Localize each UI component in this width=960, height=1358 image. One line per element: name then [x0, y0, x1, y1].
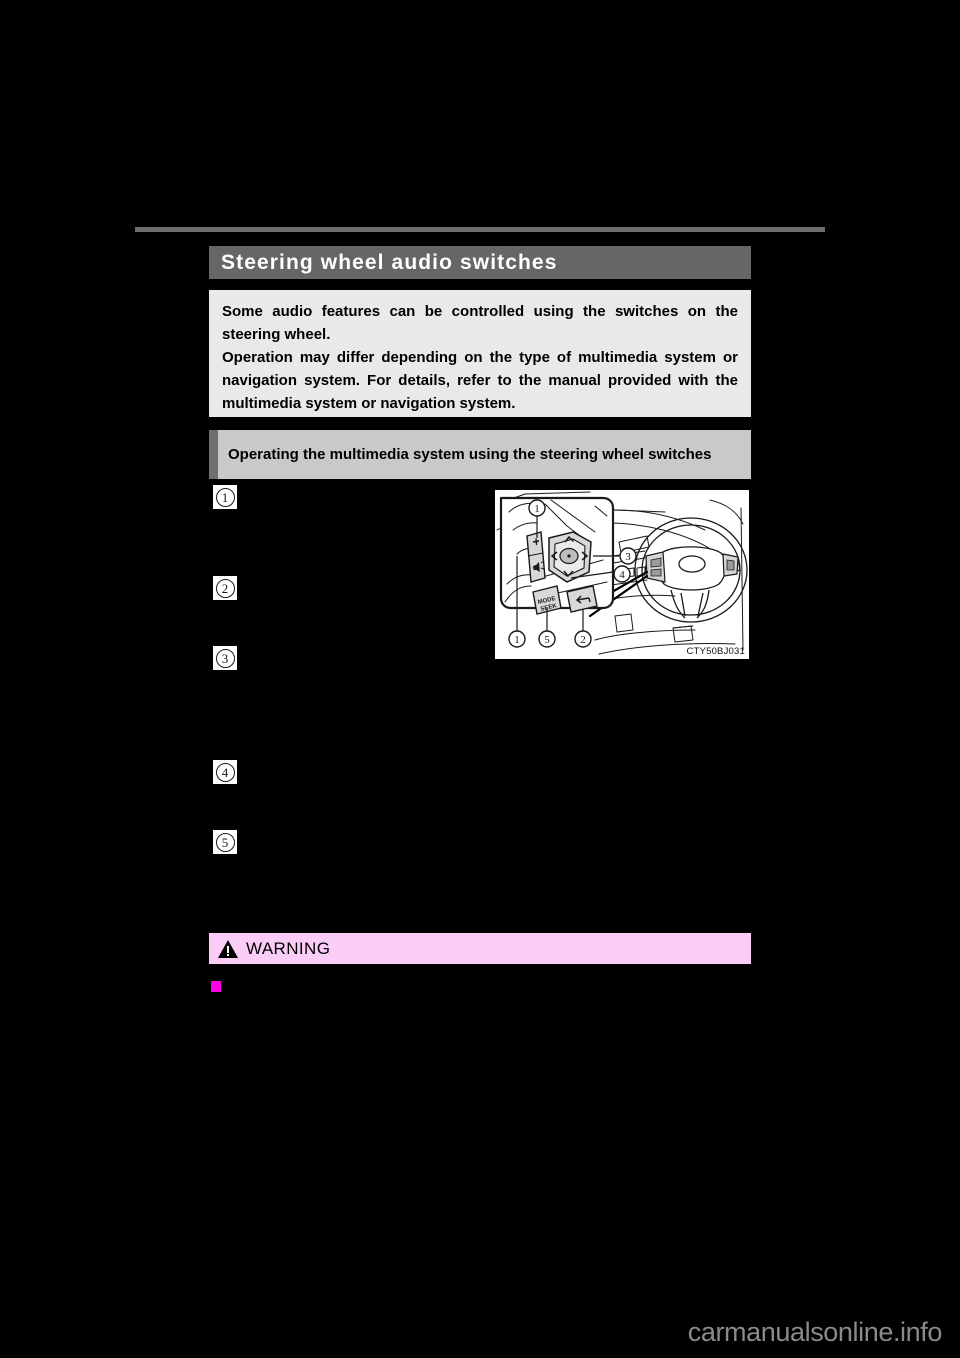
callout-marker-3: 3	[213, 646, 237, 670]
svg-text:3: 3	[625, 551, 631, 563]
site-watermark: carmanualsonline.info	[687, 1317, 943, 1347]
callout-marker-2: 2	[213, 576, 237, 600]
callout-marker-1: 1	[213, 485, 237, 509]
warning-triangle-icon	[218, 939, 238, 958]
callout-number-5: 5	[215, 832, 235, 852]
warning-label: WARNING	[246, 938, 331, 958]
intro-paragraph-1: Some audio features can be controlled us…	[222, 303, 738, 343]
steering-wheel-switch-illustration: MODE SEEK 1 3 4 1 5 2 CTY50BJ031	[493, 488, 751, 661]
warning-bullet-marker	[211, 981, 221, 992]
callout-number-3: 3	[215, 648, 235, 668]
page-title: Steering wheel audio switches	[209, 246, 751, 279]
callout-number-2: 2	[215, 578, 235, 598]
illustration-svg: MODE SEEK 1 3 4 1 5 2	[495, 490, 749, 659]
warning-banner: WARNING	[209, 933, 751, 964]
page-title-label: Steering wheel audio switches	[221, 250, 558, 274]
callout-number-4: 4	[215, 762, 235, 782]
intro-paragraph-2: Operation may differ depending on the ty…	[222, 349, 738, 412]
subsection-header: Operating the multimedia system using th…	[209, 430, 751, 479]
svg-text:1: 1	[534, 503, 540, 515]
figure-code-label: CTY50BJ031	[686, 646, 745, 657]
callout-marker-4: 4	[213, 760, 237, 784]
callout-number-1: 1	[215, 487, 235, 507]
svg-text:1: 1	[514, 634, 520, 646]
subsection-header-label: Operating the multimedia system using th…	[228, 445, 712, 463]
header-rule	[135, 227, 825, 232]
svg-text:5: 5	[544, 634, 550, 646]
intro-box: Some audio features can be controlled us…	[209, 290, 751, 417]
svg-text:2: 2	[580, 634, 586, 646]
callout-marker-5: 5	[213, 830, 237, 854]
svg-text:4: 4	[619, 569, 625, 581]
